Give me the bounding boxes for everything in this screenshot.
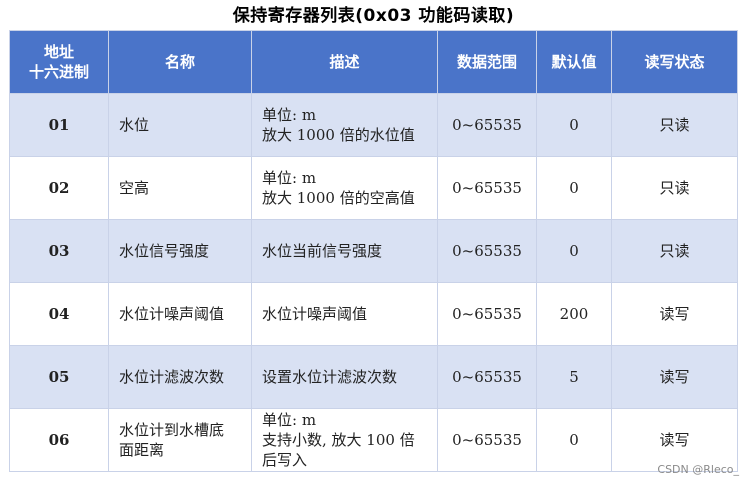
cell-address: 05 xyxy=(9,345,109,409)
table-row: 03 水位信号强度 水位当前信号强度 0~65535 0 只读 xyxy=(9,219,738,283)
cell-description-line: 单位: m xyxy=(262,411,317,429)
cell-name-line: 水位信号强度 xyxy=(119,242,210,260)
header-row: 地址 十六进制 名称 描述 数据范围 默认值 读写状态 xyxy=(9,30,738,94)
cell-address: 06 xyxy=(9,408,109,472)
cell-name-line: 水位计滤波次数 xyxy=(119,368,225,386)
cell-address: 04 xyxy=(9,282,109,346)
cell-range: 0~65535 xyxy=(437,282,537,346)
cell-description: 设置水位计滤波次数 xyxy=(251,345,438,409)
cell-description: 水位当前信号强度 xyxy=(251,219,438,283)
cell-name-line: 空高 xyxy=(119,179,150,197)
cell-range: 0~65535 xyxy=(437,93,537,157)
cell-name-line: 水位 xyxy=(119,116,150,134)
cell-range: 0~65535 xyxy=(437,219,537,283)
cell-description-line: 放大 1000 倍的空高值 xyxy=(262,189,415,207)
cell-range: 0~65535 xyxy=(437,408,537,472)
cell-address: 01 xyxy=(9,93,109,157)
cell-name: 水位计滤波次数 xyxy=(108,345,252,409)
register-table: 地址 十六进制 名称 描述 数据范围 默认值 读写状态 01 水位 单位: m 放大 … xyxy=(9,30,738,472)
table-row: 06 水位计到水槽底 面距离 单位: m 支持小数, 放大 100 倍后写入 0~6553… xyxy=(9,408,738,472)
cell-description-line: 单位: m xyxy=(262,106,317,124)
cell-description: 水位计噪声阈值 xyxy=(251,282,438,346)
table-row: 01 水位 单位: m 放大 1000 倍的水位值 0~65535 0 只读 xyxy=(9,93,738,157)
cell-description-line: 设置水位计滤波次数 xyxy=(262,368,398,386)
cell-default: 5 xyxy=(536,345,612,409)
header-range: 数据范围 xyxy=(437,30,537,94)
cell-address: 03 xyxy=(9,219,109,283)
header-address: 地址 十六进制 xyxy=(9,30,109,94)
cell-description: 单位: m 放大 1000 倍的水位值 xyxy=(251,93,438,157)
cell-access: 只读 xyxy=(611,156,738,220)
cell-access: 读写 xyxy=(611,345,738,409)
cell-description-line: 单位: m xyxy=(262,169,317,187)
cell-range: 0~65535 xyxy=(437,345,537,409)
cell-name-line: 水位计到水槽底 xyxy=(119,421,225,439)
cell-name-line: 面距离 xyxy=(119,441,165,459)
cell-default: 0 xyxy=(536,156,612,220)
cell-description-line: 后写入 xyxy=(262,451,308,469)
header-address-line1: 地址 xyxy=(43,43,74,61)
table-body: 01 水位 单位: m 放大 1000 倍的水位值 0~65535 0 只读 02 空高 单位: … xyxy=(9,93,738,472)
cell-name-line: 水位计噪声阈值 xyxy=(119,305,225,323)
cell-description: 单位: m 放大 1000 倍的空高值 xyxy=(251,156,438,220)
header-name: 名称 xyxy=(108,30,252,94)
cell-description: 单位: m 支持小数, 放大 100 倍后写入 xyxy=(251,408,438,472)
header-description: 描述 xyxy=(251,30,438,94)
watermark: CSDN @Rleco_ xyxy=(657,463,739,476)
cell-name: 水位计噪声阈值 xyxy=(108,282,252,346)
cell-description-line: 水位当前信号强度 xyxy=(262,242,383,260)
header-default: 默认值 xyxy=(536,30,612,94)
cell-default: 0 xyxy=(536,408,612,472)
cell-access: 读写 xyxy=(611,282,738,346)
header-address-line2: 十六进制 xyxy=(28,63,89,81)
table-row: 04 水位计噪声阈值 水位计噪声阈值 0~65535 200 读写 xyxy=(9,282,738,346)
header-access: 读写状态 xyxy=(611,30,738,94)
cell-description-line: 支持小数, 放大 100 倍 xyxy=(262,431,415,449)
cell-name: 水位计到水槽底 面距离 xyxy=(108,408,252,472)
table-row: 05 水位计滤波次数 设置水位计滤波次数 0~65535 5 读写 xyxy=(9,345,738,409)
cell-range: 0~65535 xyxy=(437,156,537,220)
cell-name: 水位信号强度 xyxy=(108,219,252,283)
cell-default: 0 xyxy=(536,219,612,283)
cell-name: 空高 xyxy=(108,156,252,220)
cell-access: 只读 xyxy=(611,219,738,283)
cell-access: 只读 xyxy=(611,93,738,157)
table-title: 保持寄存器列表(0x03 功能码读取) xyxy=(232,6,515,26)
cell-default: 200 xyxy=(536,282,612,346)
cell-description-line: 放大 1000 倍的水位值 xyxy=(262,126,415,144)
cell-default: 0 xyxy=(536,93,612,157)
cell-address: 02 xyxy=(9,156,109,220)
cell-name: 水位 xyxy=(108,93,252,157)
table-row: 02 空高 单位: m 放大 1000 倍的空高值 0~65535 0 只读 xyxy=(9,156,738,220)
cell-description-line: 水位计噪声阈值 xyxy=(262,305,368,323)
